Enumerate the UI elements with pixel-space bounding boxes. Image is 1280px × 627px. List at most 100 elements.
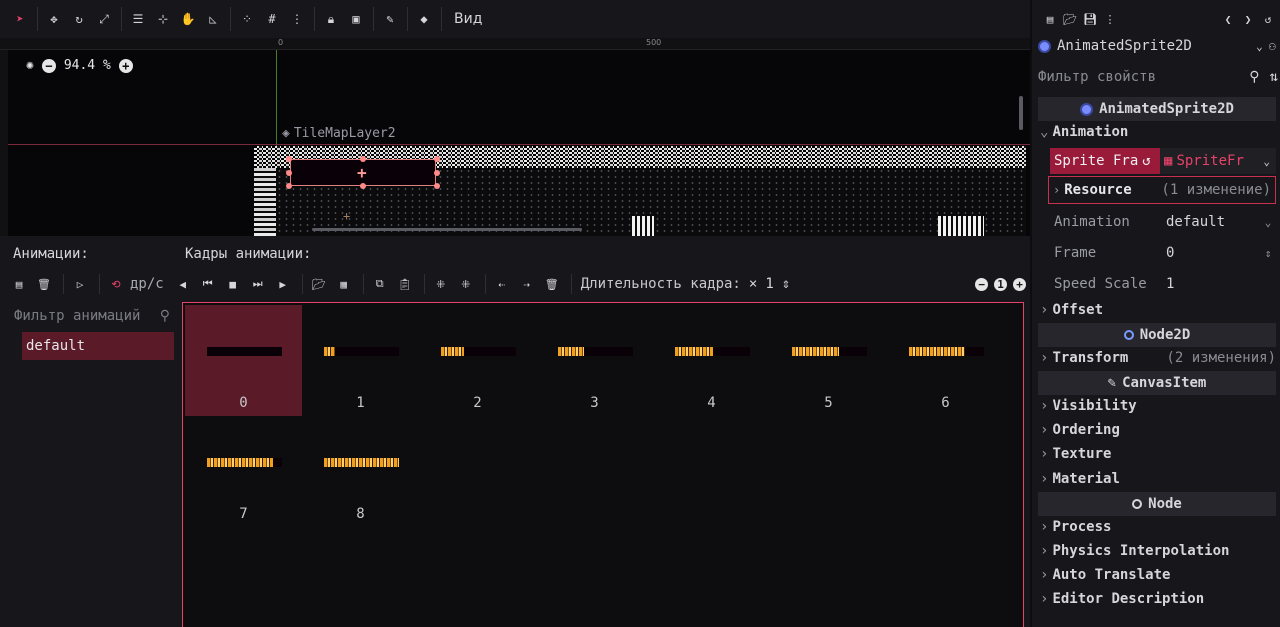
zoom-level[interactable]: 94.4 %: [64, 58, 111, 73]
lock-icon[interactable]: 🔒︎: [319, 7, 343, 31]
category-visibility[interactable]: › Visibility: [1040, 398, 1137, 414]
vertical-scrollbar[interactable]: [1019, 96, 1023, 130]
fps-field[interactable]: др/с: [130, 276, 164, 292]
move-right-icon[interactable]: ⇢: [516, 273, 538, 295]
stop-icon[interactable]: ■: [222, 273, 244, 295]
play-icon[interactable]: ▶: [272, 273, 294, 295]
resize-handle[interactable]: [360, 183, 366, 189]
property-value[interactable]: default: [1166, 214, 1260, 230]
play-backward-icon[interactable]: ◀: [172, 273, 194, 295]
resize-handle[interactable]: [286, 170, 292, 176]
delete-frame-icon[interactable]: 🗑︎: [541, 273, 563, 295]
bone-icon[interactable]: ✎: [378, 7, 402, 31]
resource-subsection[interactable]: › Resource (1 изменение): [1048, 176, 1276, 204]
duration-value[interactable]: 1: [765, 276, 773, 292]
group-icon[interactable]: ▣: [344, 7, 368, 31]
sprite-frames-property[interactable]: Sprite Fra ↺ ▦ SpriteFr ⌄: [1050, 148, 1276, 174]
pivot-icon[interactable]: ⊹: [151, 7, 175, 31]
sprite-frames-value[interactable]: ▦ SpriteFr ⌄: [1160, 148, 1276, 174]
filter-options-icon[interactable]: ⇅: [1270, 69, 1278, 85]
play-start-icon[interactable]: ⏭: [247, 273, 269, 295]
zoom-in-icon[interactable]: +: [1013, 277, 1026, 291]
animation-frame[interactable]: 2: [419, 305, 536, 416]
property-value[interactable]: 0: [1166, 245, 1260, 261]
animation-filter-input[interactable]: Фильтр анимаций ⚲: [8, 304, 176, 328]
property-filter-input[interactable]: Фильтр свойств ⚲ ⇅: [1038, 66, 1278, 88]
zoom-reset-icon[interactable]: 1: [994, 277, 1007, 291]
move-left-icon[interactable]: ⇠: [491, 273, 513, 295]
history-icon[interactable]: ↺: [1258, 9, 1278, 29]
chevron-down-icon[interactable]: ⌄: [1263, 155, 1270, 168]
loop-icon[interactable]: ⟲: [105, 273, 127, 295]
horizontal-scrollbar[interactable]: [312, 228, 582, 231]
category-animation[interactable]: ⌄ Animation: [1040, 124, 1128, 140]
insert-after-icon[interactable]: ⁜: [455, 273, 477, 295]
delete-animation-icon[interactable]: 🗑︎: [33, 273, 55, 295]
view-menu[interactable]: Вид: [446, 11, 490, 27]
pan-icon[interactable]: ✋: [176, 7, 200, 31]
copy-frame-icon[interactable]: ⧉: [369, 273, 391, 295]
sprite-sheet-icon[interactable]: ▦: [333, 273, 355, 295]
resize-handle[interactable]: [434, 156, 440, 162]
more-icon[interactable]: ⋮: [1100, 9, 1120, 29]
zoom-in-icon[interactable]: +: [118, 58, 133, 73]
animation-frame[interactable]: 7: [185, 416, 302, 527]
chevron-down-icon[interactable]: ⌄: [1256, 40, 1263, 53]
selected-sprite[interactable]: +: [290, 159, 436, 186]
spinner-icon[interactable]: ⇕: [782, 276, 790, 292]
new-animation-icon[interactable]: ▤: [8, 273, 30, 295]
category-auto-translate[interactable]: › Auto Translate: [1040, 567, 1170, 583]
property-value[interactable]: 1: [1166, 276, 1260, 292]
resize-handle[interactable]: [286, 183, 292, 189]
history-forward-icon[interactable]: ❯: [1238, 9, 1258, 29]
select-icon[interactable]: ➤: [8, 7, 32, 31]
skeleton-icon[interactable]: ◆: [412, 7, 436, 31]
category-offset[interactable]: › Offset: [1040, 302, 1103, 318]
chevron-down-icon[interactable]: ⌄: [1260, 216, 1276, 229]
animation-frame[interactable]: 5: [770, 305, 887, 416]
autoplay-icon[interactable]: ▷: [69, 273, 91, 295]
paste-frame-icon[interactable]: 📋︎: [394, 273, 416, 295]
more-icon[interactable]: ⋮: [285, 7, 309, 31]
zoom-out-icon[interactable]: −: [41, 58, 56, 73]
save-resource-icon[interactable]: 💾︎: [1080, 9, 1100, 29]
category-editor-description[interactable]: › Editor Description: [1040, 591, 1204, 607]
animation-item-default[interactable]: default: [22, 332, 174, 360]
category-texture[interactable]: › Texture: [1040, 446, 1111, 462]
move-icon[interactable]: ✥: [42, 7, 66, 31]
revert-icon[interactable]: ↺: [1142, 153, 1150, 169]
frame-duration-field[interactable]: × 1 ⇕: [749, 276, 790, 292]
rotate-icon[interactable]: ↻: [67, 7, 91, 31]
zoom-out-icon[interactable]: −: [975, 277, 988, 291]
property-frame[interactable]: Frame 0 ⇕: [1054, 240, 1276, 266]
grid-snap-icon[interactable]: #: [260, 7, 284, 31]
insert-before-icon[interactable]: ⁜: [430, 273, 452, 295]
resize-handle[interactable]: [434, 183, 440, 189]
category-transform[interactable]: › Transform (2 изменения): [1040, 350, 1276, 366]
category-material[interactable]: › Material: [1040, 471, 1120, 487]
resize-handle[interactable]: [360, 156, 366, 162]
new-resource-icon[interactable]: ▤: [1040, 9, 1060, 29]
load-frames-icon[interactable]: 📂︎: [308, 273, 330, 295]
resize-handle[interactable]: [434, 170, 440, 176]
property-animation[interactable]: Animation default ⌄: [1054, 209, 1276, 235]
history-back-icon[interactable]: ❮: [1218, 9, 1238, 29]
animation-frame[interactable]: 3: [536, 305, 653, 416]
property-speed-scale[interactable]: Speed Scale 1: [1054, 271, 1276, 297]
open-resource-icon[interactable]: 📂︎: [1060, 9, 1080, 29]
animation-frame[interactable]: 8: [302, 416, 419, 527]
canvas-viewport[interactable]: 0 500 ✺ − 94.4 % + ◈ TileMapLayer2 + +: [0, 38, 1030, 236]
scale-icon[interactable]: ⤢: [92, 7, 116, 31]
spinner-icon[interactable]: ⇕: [1260, 247, 1276, 260]
node-tree-icon[interactable]: ⚇: [1269, 39, 1276, 53]
animation-frame[interactable]: 0: [185, 305, 302, 416]
ruler-icon[interactable]: ◺: [201, 7, 225, 31]
animation-frame[interactable]: 4: [653, 305, 770, 416]
category-physics-interpolation[interactable]: › Physics Interpolation: [1040, 543, 1229, 559]
animation-frame[interactable]: 1: [302, 305, 419, 416]
play-backward-start-icon[interactable]: ⏮: [197, 273, 219, 295]
resize-handle[interactable]: [286, 156, 292, 162]
snap-icon[interactable]: ⁘: [235, 7, 259, 31]
animation-frame[interactable]: 6: [887, 305, 1004, 416]
list-select-icon[interactable]: ☰: [126, 7, 150, 31]
